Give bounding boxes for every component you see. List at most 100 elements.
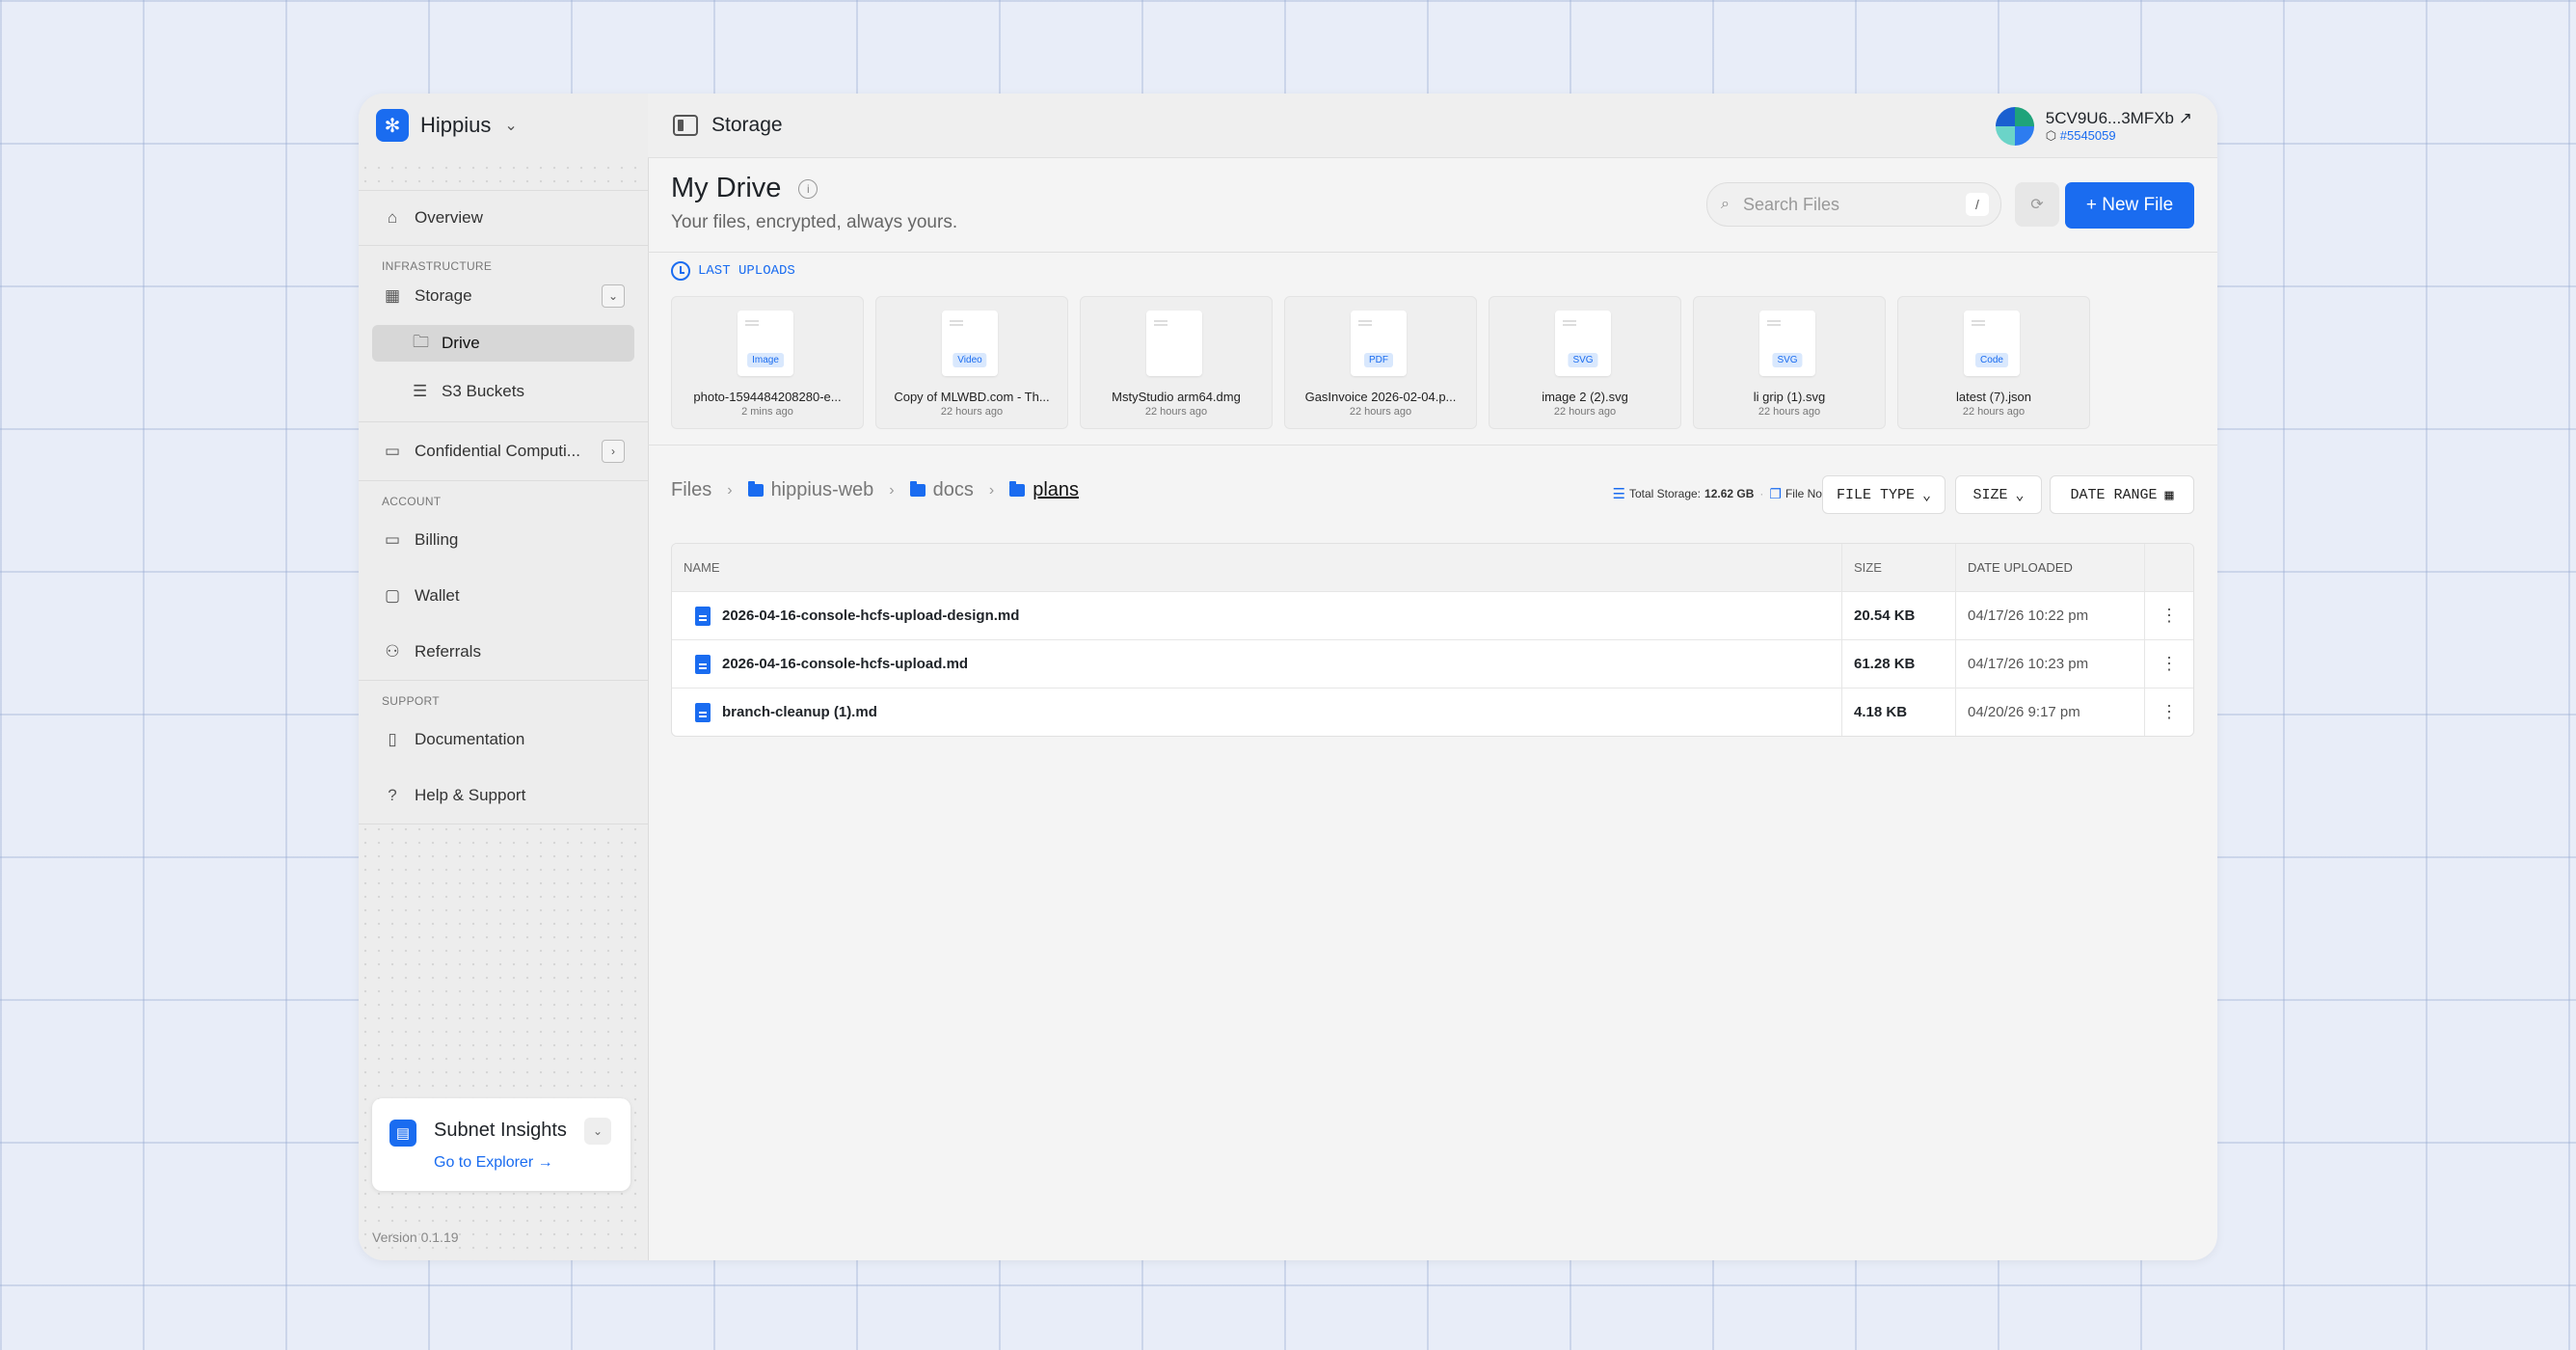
file-type-badge: Video [953,353,987,367]
account-menu[interactable]: 5CV9U6...3MFXb ↗ ⬡ #5545059 [1995,105,2192,148]
breadcrumb-plans[interactable]: plans [1033,479,1079,501]
section-label-infrastructure: INFRASTRUCTURE [382,259,493,273]
recent-file-time: 22 hours ago [940,406,1004,418]
sidebar-item-billing[interactable]: ▭ Billing [359,512,648,568]
file-type-badge: SVG [1772,353,1803,367]
column-header-size[interactable]: SIZE [1842,544,1956,591]
refresh-button[interactable]: ⟳ [2015,182,2059,227]
sidebar-item-overview[interactable]: ⌂ Overview [359,191,648,245]
hippius-logo-icon: ✻ [376,109,409,142]
recent-file-name: MstyStudio arm64.dmg [1112,390,1241,404]
file-date-cell: 04/17/26 10:22 pm [1956,592,2145,639]
sidebar-item-label: Referrals [415,642,481,661]
sidebar-item-storage[interactable]: ▦ Storage ⌄ [359,277,648,315]
recent-file-card[interactable]: PDF GasInvoice 2026-02-04.p... 22 hours … [1284,296,1477,429]
arrow-right-icon: → [537,1154,553,1171]
recent-file-card[interactable]: SVG image 2 (2).svg 22 hours ago [1489,296,1681,429]
page-header: My Drive i Your files, encrypted, always … [671,173,957,233]
recent-file-time: 22 hours ago [1349,406,1412,418]
file-icon: SVG [1759,310,1815,376]
sidebar-item-label: Documentation [415,730,525,748]
search-box: ⌕ / [1706,182,2001,227]
recent-uploads-list: Image photo-1594484208280-e... 2 mins ag… [671,296,2102,429]
chevron-right-icon: › [889,481,895,499]
sidebar-item-label: Help & Support [415,786,526,804]
sidebar: ✻ Hippius ⌄ ⌂ Overview INFRASTRUCTURE ▦ … [359,94,649,1260]
sidebar-item-s3-buckets[interactable]: ☰ S3 Buckets [372,373,634,410]
grid-icon: ▦ [384,286,401,305]
recent-file-card[interactable]: Video Copy of MLWBD.com - Th... 22 hours… [875,296,1068,429]
collapse-chevron-icon[interactable]: ⌄ [602,284,625,308]
breadcrumb-hippius-web[interactable]: hippius-web [771,479,874,501]
sidebar-item-referrals[interactable]: ⚇ Referrals [359,624,648,680]
table-row[interactable]: 2026-04-16-console-hcfs-upload-design.md… [672,592,2193,640]
recent-file-card[interactable]: Code latest (7).json 22 hours ago [1897,296,2090,429]
column-header-name[interactable]: NAME [672,544,1842,591]
file-type-filter[interactable]: FILE TYPE ⌄ [1822,475,1945,514]
insights-title: Subnet Insights [434,1120,567,1141]
search-input[interactable] [1740,193,1938,216]
search-shortcut-key: / [1966,193,1989,216]
sidebar-item-label: S3 Buckets [442,382,524,400]
info-icon[interactable]: i [798,179,818,199]
file-size-cell: 20.54 KB [1842,592,1956,639]
sidebar-item-documentation[interactable]: ▯ Documentation [359,712,648,768]
main-content: Storage 5CV9U6...3MFXb ↗ ⬡ #5545059 My D… [648,94,2217,1260]
new-file-button[interactable]: + New File [2065,182,2194,229]
chevron-right-icon[interactable]: › [602,440,625,463]
external-link-icon: ↗ [2178,109,2192,127]
table-header: NAME SIZE DATE UPLOADED [672,544,2193,592]
more-options-icon[interactable]: ⋮ [2145,640,2193,688]
sidebar-item-label: Confidential Computi... [415,442,580,460]
breadcrumb-docs[interactable]: docs [933,479,974,501]
recent-file-name: photo-1594484208280-e... [693,390,842,404]
breadcrumb-root[interactable]: Files [671,479,711,501]
clipboard-icon: ▯ [388,730,397,748]
calendar-icon: ▦ [2164,487,2174,504]
insights-logo-icon: ▤ [389,1120,416,1147]
date-range-filter[interactable]: DATE RANGE ▦ [2050,475,2194,514]
chevron-right-icon: › [727,481,733,499]
chevron-down-icon: ⌄ [2015,487,2025,504]
brand-switcher[interactable]: ✻ Hippius ⌄ [359,94,648,157]
sidebar-item-wallet[interactable]: ▢ Wallet [359,568,648,624]
recent-file-time: 22 hours ago [1144,406,1208,418]
table-row[interactable]: 2026-04-16-console-hcfs-upload.md 61.28 … [672,640,2193,688]
home-icon: ⌂ [387,208,398,227]
page-section-title: Storage [711,114,783,136]
sidebar-item-help[interactable]: ? Help & Support [359,768,648,824]
toggle-sidebar-icon[interactable] [673,115,698,136]
more-options-icon[interactable]: ⋮ [2145,688,2193,736]
users-icon: ⚇ [385,642,400,661]
recent-file-name: li grip (1).svg [1753,390,1826,404]
sidebar-item-label: Storage [415,286,472,305]
sidebar-item-confidential-computing[interactable]: ▭ Confidential Computi... › [359,422,648,480]
recent-file-name: GasInvoice 2026-02-04.p... [1304,390,1457,404]
recent-file-card[interactable]: MstyStudio arm64.dmg 22 hours ago [1080,296,1273,429]
file-type-badge: PDF [1364,353,1393,367]
go-to-explorer-link[interactable]: Go to Explorer → [434,1154,553,1172]
file-icon [695,606,711,626]
column-header-date[interactable]: DATE UPLOADED [1956,544,2145,591]
file-name-cell: 2026-04-16-console-hcfs-upload.md [672,640,1842,688]
file-name-cell: 2026-04-16-console-hcfs-upload-design.md [672,592,1842,639]
more-options-icon[interactable]: ⋮ [2145,592,2193,639]
table-row[interactable]: branch-cleanup (1).md 4.18 KB 04/20/26 9… [672,688,2193,736]
chevron-down-icon[interactable]: ⌄ [584,1118,611,1145]
recent-file-card[interactable]: Image photo-1594484208280-e... 2 mins ag… [671,296,864,429]
recent-file-time: 22 hours ago [1962,406,2026,418]
sidebar-account-group: ACCOUNT ▭ Billing ▢ Wallet ⚇ Referrals [359,481,648,681]
database-icon: ☰ [413,382,428,400]
file-date-cell: 04/17/26 10:23 pm [1956,640,2145,688]
divider [648,252,2217,253]
size-filter[interactable]: SIZE ⌄ [1955,475,2042,514]
sidebar-item-label: Billing [415,530,459,549]
wallet-icon: ▢ [384,586,401,605]
folder-icon [1009,481,1026,497]
section-label-account: ACCOUNT [382,495,442,508]
breadcrumb: Files › hippius-web › docs › plans [671,479,1079,501]
recent-file-card[interactable]: SVG li grip (1).svg 22 hours ago [1693,296,1886,429]
explorer-link-label: Go to Explorer [434,1154,534,1171]
sidebar-item-drive[interactable]: 🗀 Drive [372,325,634,362]
subnet-insights-card: ▤ Subnet Insights ⌄ Go to Explorer → [372,1098,631,1191]
